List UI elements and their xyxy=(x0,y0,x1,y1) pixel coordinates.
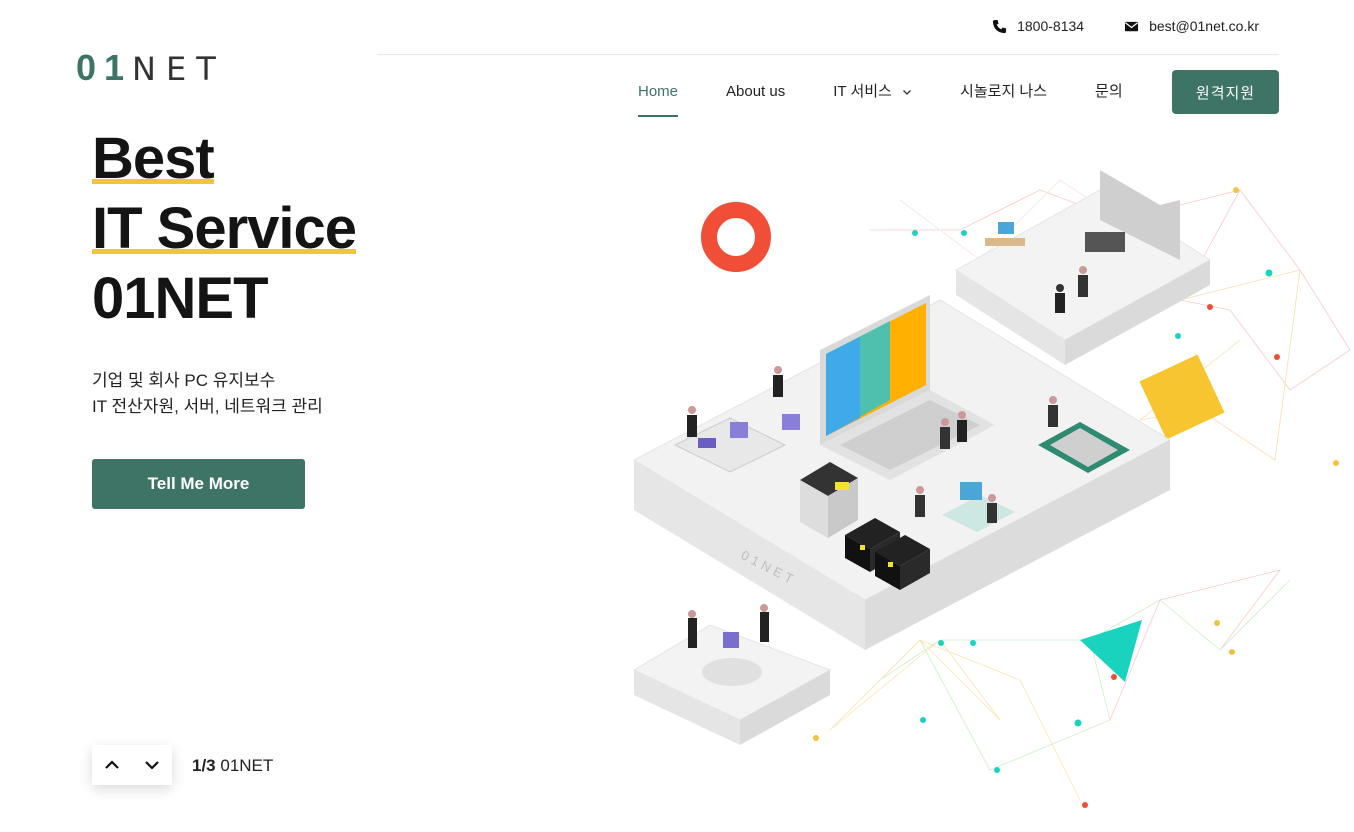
slider-controls xyxy=(92,745,172,785)
logo-thin: NET xyxy=(132,50,226,88)
phone-contact[interactable]: 1800-8134 xyxy=(992,18,1084,34)
phone-icon xyxy=(993,19,1007,33)
email-contact[interactable]: best@01net.co.kr xyxy=(1124,18,1259,34)
chevron-up-icon xyxy=(105,760,119,769)
chevron-down-icon xyxy=(903,90,912,95)
email-address: best@01net.co.kr xyxy=(1149,18,1259,34)
slide-counter: 1/3 xyxy=(192,756,216,775)
hero-heading: Best IT Service 01NET xyxy=(92,124,357,334)
teal-triangle-shape xyxy=(1080,620,1142,682)
hero-illustration: 01NET xyxy=(632,170,1351,808)
nav-it-service-label: IT 서비스 xyxy=(833,83,892,100)
nav-contact[interactable]: 문의 xyxy=(1095,70,1123,114)
red-ring-shape xyxy=(701,202,771,272)
chevron-down-icon xyxy=(145,761,159,770)
nav-it-service[interactable]: IT 서비스 xyxy=(833,70,912,114)
nav-about[interactable]: About us xyxy=(726,70,785,114)
site-logo[interactable]: 01NET xyxy=(76,48,226,89)
nav-synology[interactable]: 시놀로지 나스 xyxy=(960,70,1047,114)
phone-number: 1800-8134 xyxy=(1017,18,1085,34)
main-nav: Home About us IT 서비스 시놀로지 나스 문의 xyxy=(638,70,1171,117)
hero-line-1: Best xyxy=(92,124,215,194)
tell-me-more-button[interactable]: Tell Me More xyxy=(92,459,305,509)
mail-icon xyxy=(1125,21,1139,31)
hero-sub-2: IT 전산자원, 서버, 네트워크 관리 xyxy=(92,397,323,416)
hero-line-3: 01NET xyxy=(92,266,269,331)
yellow-square-shape xyxy=(1139,354,1225,440)
hero-subtitle: 기업 및 회사 PC 유지보수 IT 전산자원, 서버, 네트워크 관리 xyxy=(92,368,323,420)
slide-label: 01NET xyxy=(220,756,274,775)
slide-prev-button[interactable] xyxy=(100,753,124,777)
slide-pager: 1/3 01NET xyxy=(192,756,273,776)
hero-line-2: IT Service xyxy=(92,194,357,264)
nav-home[interactable]: Home xyxy=(638,70,679,117)
hero-sub-1: 기업 및 회사 PC 유지보수 xyxy=(92,371,276,390)
remote-support-button[interactable]: 원격지원 xyxy=(1172,70,1279,114)
logo-bold: 01 xyxy=(76,47,133,88)
header-divider xyxy=(377,54,1279,55)
small-platform xyxy=(632,604,832,745)
slide-next-button[interactable] xyxy=(140,753,164,777)
contact-bar: 1800-8134 best@01net.co.kr xyxy=(992,18,1259,34)
